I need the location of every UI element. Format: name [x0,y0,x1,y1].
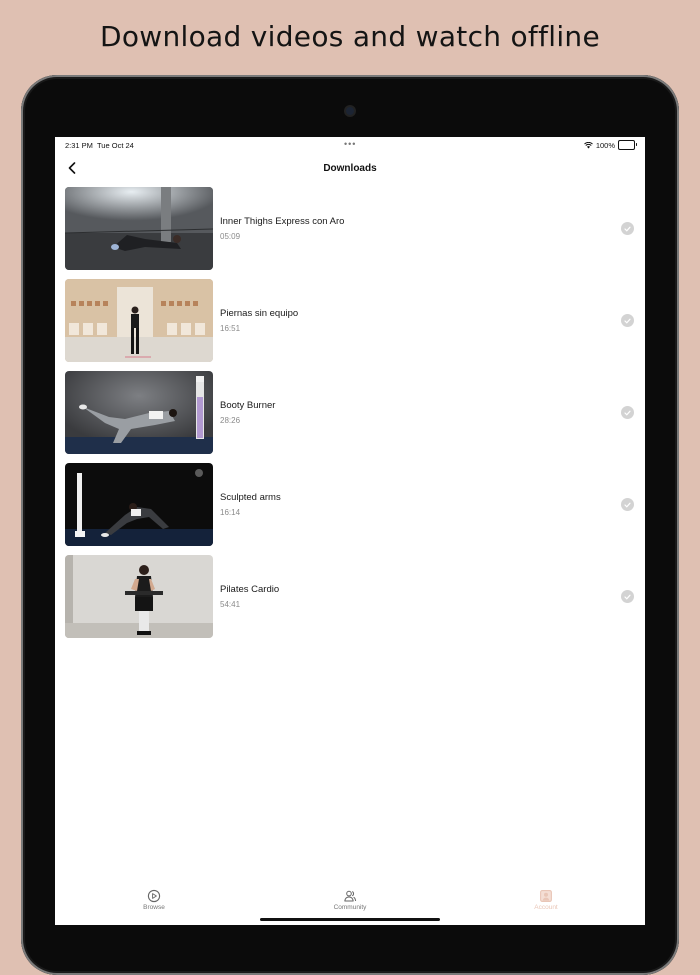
video-title: Piernas sin equipo [220,308,299,319]
downloaded-check-icon[interactable] [621,406,634,419]
tab-bar: Browse Community Account [55,883,645,925]
tab-browse[interactable]: Browse [114,889,194,911]
status-date: Tue Oct 24 [97,141,134,150]
downloaded-check-icon[interactable] [621,222,634,235]
tab-label: Account [534,904,558,911]
status-time: 2:31 PM [65,141,93,150]
video-thumbnail[interactable] [65,555,213,638]
navigation-bar: Downloads [55,155,645,181]
people-icon [344,890,357,902]
tab-account[interactable]: Account [506,889,586,911]
downloaded-check-icon[interactable] [621,498,634,511]
tab-label: Community [333,904,367,911]
play-circle-icon [147,889,161,903]
downloaded-check-icon[interactable] [621,314,634,327]
home-indicator[interactable] [260,918,440,921]
video-title: Inner Thighs Express con Aro [220,216,345,227]
tab-label: Browse [143,904,165,911]
marketing-headline: Download videos and watch offline [100,20,600,53]
video-title: Sculpted arms [220,492,281,503]
account-icon [540,890,552,902]
multitasking-dots-icon[interactable]: ••• [344,139,356,149]
app-screen: 2:31 PM Tue Oct 24 ••• 100% Downloads In… [55,137,645,925]
video-duration: 16:51 [220,324,241,333]
page-title: Downloads [323,163,377,174]
video-thumbnail[interactable] [65,371,213,454]
video-duration: 05:09 [220,232,241,241]
video-duration: 54:41 [220,600,241,609]
front-camera [346,107,354,115]
video-duration: 28:26 [220,416,241,425]
download-item[interactable]: Pilates Cardio 54:41 [65,555,635,638]
tab-community[interactable]: Community [310,889,390,911]
video-thumbnail[interactable] [65,187,213,270]
download-item[interactable]: Sculpted arms 16:14 [65,463,635,546]
wifi-icon [583,141,593,148]
video-title: Booty Burner [220,400,276,411]
status-indicators: 100% [583,140,637,150]
battery-icon [618,140,637,150]
tablet-frame: 2:31 PM Tue Oct 24 ••• 100% Downloads In… [21,75,679,975]
battery-percent: 100% [595,140,615,150]
video-thumbnail[interactable] [65,279,213,362]
downloaded-check-icon[interactable] [621,590,634,603]
download-item[interactable]: Booty Burner 28:26 [65,371,635,454]
status-bar: 2:31 PM Tue Oct 24 ••• 100% [55,137,645,153]
video-title: Pilates Cardio [220,584,280,595]
download-item[interactable]: Inner Thighs Express con Aro 05:09 [65,187,635,270]
video-duration: 16:14 [220,508,241,517]
video-thumbnail[interactable] [65,463,213,546]
download-item[interactable]: Piernas sin equipo 16:51 [65,279,635,362]
